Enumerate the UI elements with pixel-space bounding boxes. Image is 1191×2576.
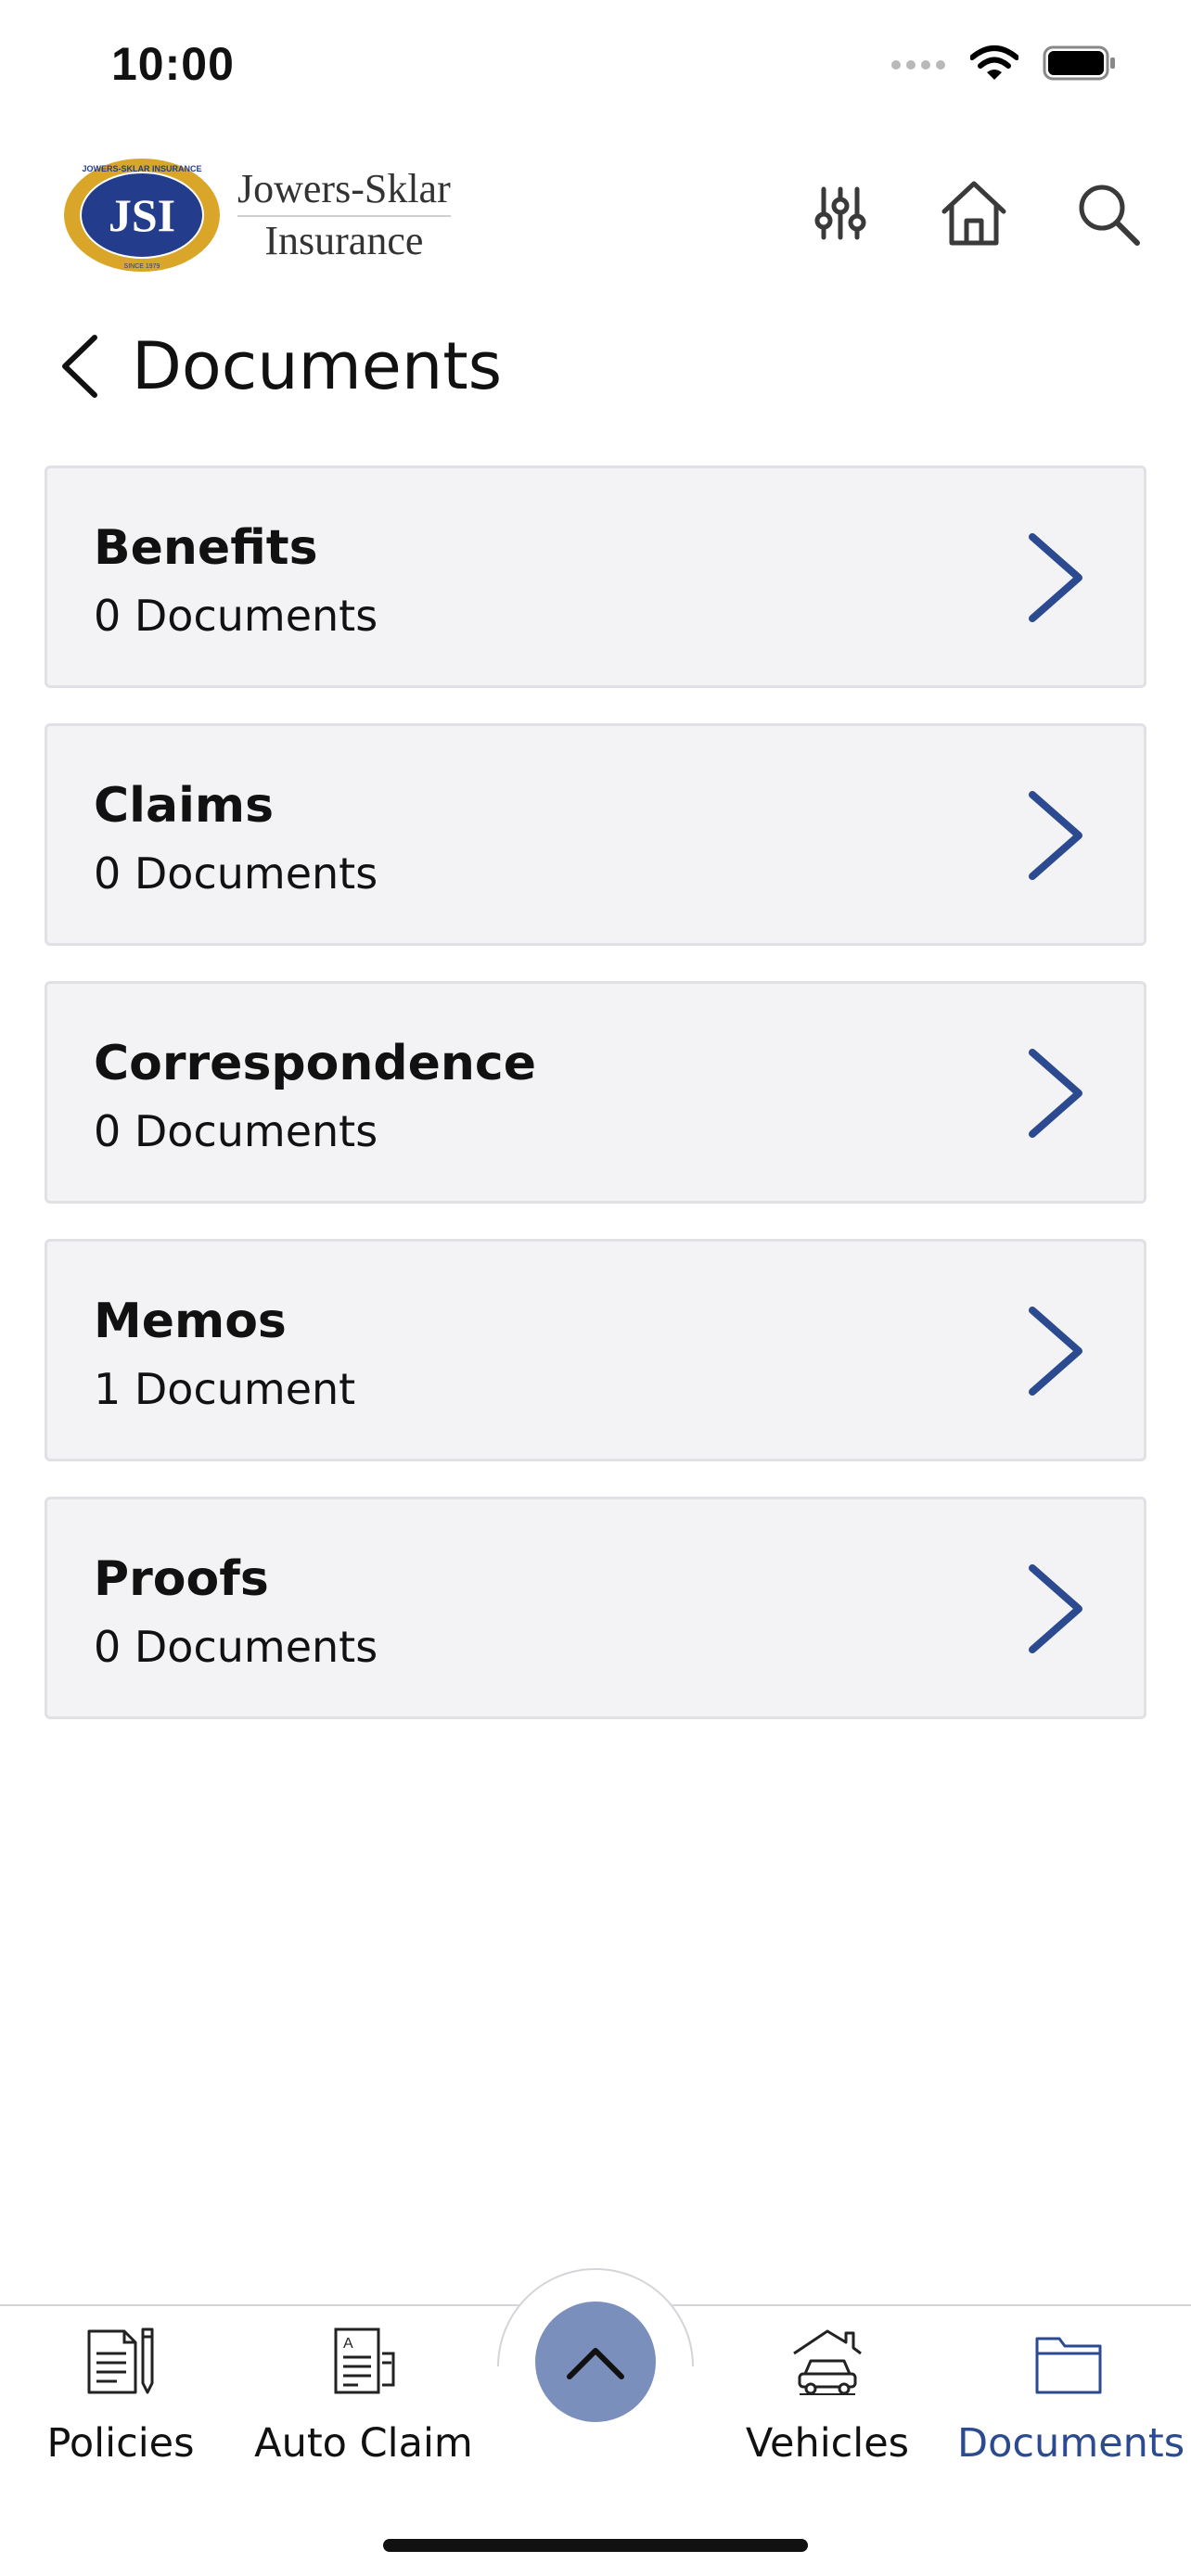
search-icon bbox=[1079, 185, 1140, 246]
svg-text:A: A bbox=[343, 2336, 353, 2352]
company-logo[interactable]: JSI JOWERS-SKLAR INSURANCE SINCE 1979 Jo… bbox=[63, 158, 451, 273]
page-title-row: Documents bbox=[52, 315, 502, 417]
tab-documents[interactable]: Documents bbox=[957, 2318, 1185, 2476]
car-garage-icon bbox=[793, 2329, 862, 2395]
document-category-memos[interactable]: Memos 1 Document bbox=[45, 1239, 1146, 1461]
status-bar: 10:00 bbox=[0, 0, 1191, 139]
policy-doc-icon bbox=[87, 2327, 154, 2394]
tab-auto-claim[interactable]: A Auto Claim bbox=[252, 2318, 475, 2476]
category-count: 0 Documents bbox=[94, 591, 378, 641]
logo-wordmark: Jowers-Sklar Insurance bbox=[237, 165, 451, 265]
chevron-right-icon bbox=[1029, 1049, 1082, 1138]
chevron-right-icon bbox=[1029, 1564, 1082, 1653]
claim-form-icon: A bbox=[334, 2327, 395, 2394]
document-category-benefits[interactable]: Benefits 0 Documents bbox=[45, 465, 1146, 688]
screen: 10:00 JSI JOWERS-SKLAR INSURANCE SINCE 1… bbox=[0, 0, 1191, 2576]
chevron-up-icon bbox=[567, 2348, 624, 2379]
document-category-correspondence[interactable]: Correspondence 0 Documents bbox=[45, 981, 1146, 1204]
tab-label: Documents bbox=[957, 2420, 1185, 2467]
home-indicator[interactable] bbox=[383, 2539, 808, 2552]
chevron-right-icon bbox=[1029, 533, 1082, 622]
tab-policies[interactable]: Policies bbox=[9, 2318, 232, 2476]
category-count: 0 Documents bbox=[94, 1106, 378, 1156]
document-category-list: Benefits 0 Documents Claims 0 Documents … bbox=[45, 465, 1146, 1754]
category-name: Proofs bbox=[94, 1551, 269, 1607]
svg-text:JOWERS-SKLAR INSURANCE: JOWERS-SKLAR INSURANCE bbox=[82, 164, 201, 173]
chevron-right-icon bbox=[1029, 791, 1082, 880]
chevron-right-icon bbox=[1029, 1307, 1082, 1396]
cellular-dots-icon bbox=[890, 57, 946, 74]
folder-icon bbox=[1035, 2337, 1102, 2394]
category-name: Benefits bbox=[94, 520, 318, 576]
app-header: JSI JOWERS-SKLAR INSURANCE SINCE 1979 Jo… bbox=[0, 148, 1191, 287]
tab-label: Vehicles bbox=[745, 2420, 910, 2467]
tab-label: Auto Claim bbox=[254, 2420, 473, 2467]
page-title: Documents bbox=[132, 328, 503, 404]
status-icons bbox=[890, 45, 1117, 85]
logo-badge-icon: JSI JOWERS-SKLAR INSURANCE SINCE 1979 bbox=[64, 159, 220, 272]
back-button[interactable] bbox=[52, 325, 108, 408]
logo-line-1: Jowers-Sklar bbox=[237, 165, 451, 217]
wifi-icon bbox=[969, 45, 1019, 85]
logo-line-2: Insurance bbox=[264, 218, 424, 263]
battery-icon bbox=[1043, 45, 1117, 85]
quick-actions-button[interactable] bbox=[535, 2302, 656, 2422]
filter-button[interactable] bbox=[803, 176, 877, 250]
document-category-proofs[interactable]: Proofs 0 Documents bbox=[45, 1497, 1146, 1719]
tab-label: Policies bbox=[46, 2420, 195, 2467]
svg-text:SINCE 1979: SINCE 1979 bbox=[124, 263, 160, 270]
category-name: Memos bbox=[94, 1294, 287, 1349]
sliders-icon bbox=[814, 186, 866, 240]
svg-text:JSI: JSI bbox=[109, 189, 175, 241]
home-icon bbox=[941, 181, 1006, 246]
category-count: 0 Documents bbox=[94, 1622, 378, 1672]
home-button[interactable] bbox=[937, 176, 1011, 250]
tab-vehicles[interactable]: Vehicles bbox=[716, 2318, 939, 2476]
chevron-left-icon bbox=[62, 335, 97, 398]
category-count: 0 Documents bbox=[94, 848, 378, 899]
header-actions bbox=[803, 176, 1145, 250]
search-button[interactable] bbox=[1070, 176, 1145, 250]
category-name: Correspondence bbox=[94, 1036, 536, 1091]
status-time: 10:00 bbox=[111, 38, 235, 90]
category-name: Claims bbox=[94, 778, 275, 834]
category-count: 1 Document bbox=[94, 1364, 356, 1414]
document-category-claims[interactable]: Claims 0 Documents bbox=[45, 723, 1146, 946]
